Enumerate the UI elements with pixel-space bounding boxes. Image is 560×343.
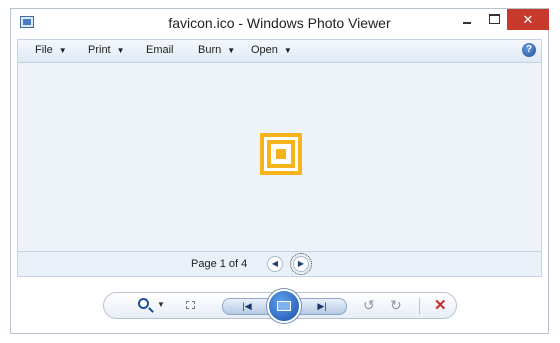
page-indicator: Page 1 of 4 [191,258,248,270]
menu-email[interactable]: Email [146,44,174,56]
menu-file[interactable]: File ▼ [35,44,67,56]
menu-burn[interactable]: Burn ▼ [198,44,235,56]
menu-email-label: Email [146,44,174,56]
chevron-down-icon: ▼ [283,46,292,55]
photo-viewer-window: favicon.ico - Windows Photo Viewer ✕ Fil… [10,8,549,334]
menu-burn-label: Burn [198,44,222,56]
menu-open-label: Open [251,44,278,56]
title-bar: favicon.ico - Windows Photo Viewer ✕ [11,9,549,39]
close-button[interactable]: ✕ [507,9,549,30]
toolbar-separator [419,298,420,314]
rotate-clockwise-icon[interactable]: ↻ [390,297,402,314]
slideshow-icon [277,301,291,311]
menu-bar: File ▼ Print ▼ Email Burn ▼ Open ▼ ? [17,39,542,63]
zoom-icon[interactable] [138,298,149,309]
menu-print-label: Print [88,44,111,56]
help-icon[interactable]: ? [522,43,536,57]
chevron-down-icon: ▼ [116,46,125,55]
photo-viewer-app-icon[interactable] [20,16,34,28]
next-image-button[interactable]: ▶| [297,298,347,315]
zoom-dropdown-icon[interactable]: ▼ [157,300,165,309]
chevron-down-icon: ▼ [227,46,236,55]
previous-page-button[interactable]: ◀ [267,256,283,272]
chevron-down-icon: ▼ [58,46,67,55]
menu-file-label: File [35,44,53,56]
maximize-button[interactable] [481,9,507,30]
playback-control-bar: ▼ |◀ ▶| ↺ ↻ ✕ [103,289,457,323]
favicon-core-square [276,149,286,159]
image-display-area [17,63,542,251]
next-page-button[interactable]: ▶ [290,253,312,275]
slideshow-button[interactable] [267,289,301,323]
page-navigation-bar: Page 1 of 4 ◀ ▶ [17,251,542,277]
minimize-button[interactable] [454,9,480,30]
menu-print[interactable]: Print ▼ [88,44,125,56]
delete-icon[interactable]: ✕ [434,296,447,314]
favicon-image [260,133,302,175]
rotate-counterclockwise-icon[interactable]: ↺ [363,297,375,314]
menu-open[interactable]: Open ▼ [251,44,292,56]
previous-image-button[interactable]: |◀ [222,298,272,315]
actual-size-icon[interactable] [186,301,195,309]
favicon-inner-square [267,140,295,168]
